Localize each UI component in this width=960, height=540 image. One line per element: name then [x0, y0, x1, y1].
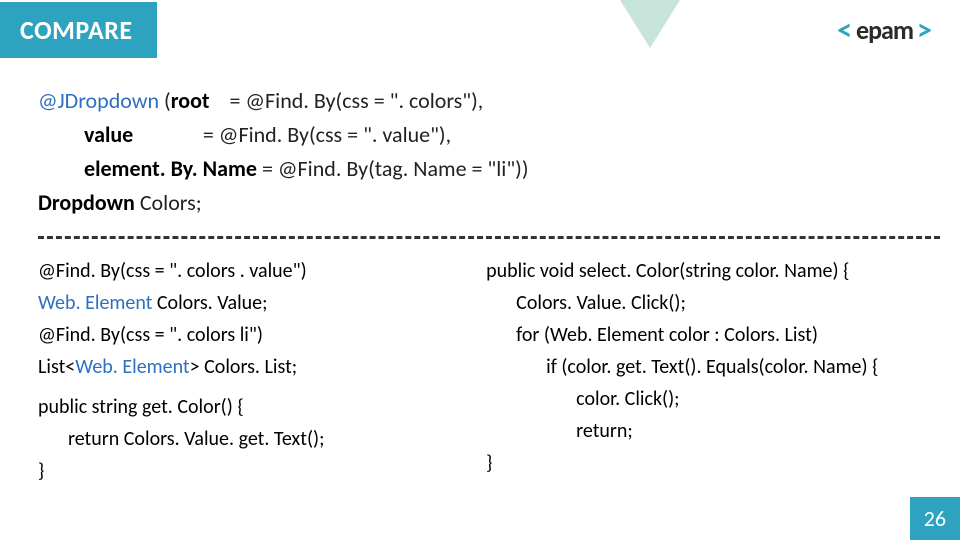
code-line: Colors. Value. Click(); — [486, 287, 930, 319]
code-line: @JDropdown (root = @Find. By(css = ". co… — [38, 84, 930, 118]
chevron-left-icon: < — [837, 12, 852, 49]
code-line: element. By. Name = @Find. By(tag. Name … — [38, 152, 930, 186]
code-line: List<Web. Element> Colors. List; — [38, 351, 466, 383]
decorative-triangle-icon — [620, 0, 680, 48]
code-line: value = @Find. By(css = ". value"), — [38, 118, 930, 152]
code-block-top: @JDropdown (root = @Find. By(css = ". co… — [0, 60, 960, 220]
code-columns: @Find. By(css = ". colors . value") Web.… — [0, 255, 960, 487]
code-line: public void select. Color(string color. … — [486, 255, 930, 287]
code-line: if (color. get. Text(). Equals(color. Na… — [486, 351, 930, 383]
code-line: color. Click(); — [486, 383, 930, 415]
epam-logo: < epam > — [837, 12, 932, 49]
code-line: @Find. By(css = ". colors . value") — [38, 255, 466, 287]
code-line: } — [38, 455, 466, 487]
code-line: return Colors. Value. get. Text(); — [38, 423, 466, 455]
slide-title: COMPARE — [0, 2, 157, 58]
code-block-left: @Find. By(css = ". colors . value") Web.… — [38, 255, 466, 487]
chevron-right-icon: > — [917, 12, 932, 49]
code-line: Dropdown Colors; — [38, 186, 930, 220]
slide-header: COMPARE < epam > — [0, 0, 960, 60]
code-line: } — [486, 447, 930, 479]
dashed-divider — [38, 236, 940, 239]
code-line: Web. Element Colors. Value; — [38, 287, 466, 319]
logo-text: epam — [856, 14, 913, 46]
code-block-right: public void select. Color(string color. … — [466, 255, 930, 487]
code-line: public string get. Color() { — [38, 391, 466, 423]
code-line: return; — [486, 415, 930, 447]
code-line: for (Web. Element color : Colors. List) — [486, 319, 930, 351]
code-line: @Find. By(css = ". colors li") — [38, 319, 466, 351]
page-number-badge: 26 — [910, 497, 960, 540]
